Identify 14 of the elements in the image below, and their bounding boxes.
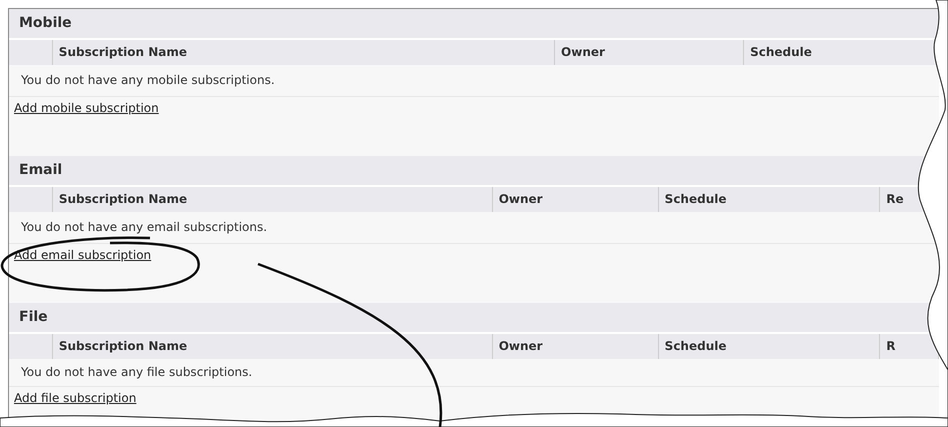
empty-message: You do not have any file subscriptions. (21, 365, 252, 379)
column-header: Subscription Name (52, 40, 556, 65)
column-header: Subscription Name (52, 334, 493, 359)
add-subscription-link[interactable]: Add mobile subscription (14, 101, 159, 115)
add-subscription-link[interactable]: Add file subscription (14, 391, 136, 405)
column-header: Schedule (658, 334, 880, 359)
empty-message: You do not have any email subscriptions. (21, 220, 268, 234)
column-header: Owner (555, 40, 744, 65)
column-header: Owner (492, 334, 659, 359)
column-header: Owner (492, 187, 659, 212)
empty-message: You do not have any mobile subscriptions. (21, 73, 275, 87)
column-header: Schedule (658, 187, 880, 212)
section-title: Mobile (9, 9, 939, 40)
column-header: Subscription Name (52, 187, 493, 212)
